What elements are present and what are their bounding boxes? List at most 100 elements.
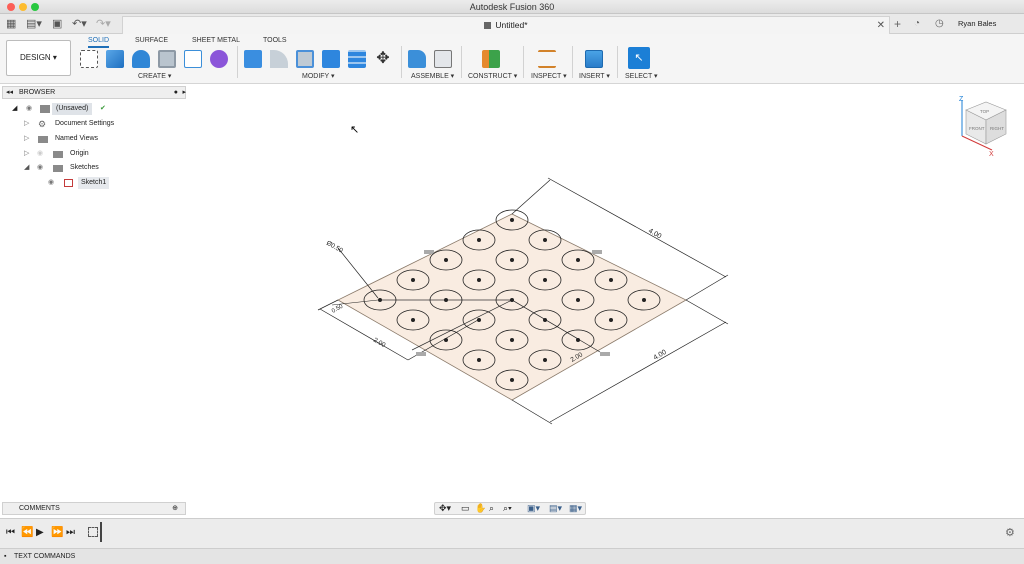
extrude-icon[interactable]: [106, 50, 124, 68]
browser-expand-icon[interactable]: ▸: [182, 87, 186, 98]
text-commands-toggle-icon[interactable]: ▪: [4, 549, 6, 564]
browser-item-named-views[interactable]: ▷ Named Views: [24, 133, 124, 145]
job-status-icon[interactable]: ◔: [914, 17, 920, 31]
dimension-text-top-width[interactable]: 4.00: [647, 228, 662, 241]
hole-center-point[interactable]: [477, 278, 481, 282]
hole-center-point[interactable]: [510, 378, 514, 382]
expand-arrow-icon[interactable]: ▷: [24, 148, 29, 160]
user-name[interactable]: Ryan Bales: [958, 17, 996, 31]
workspace-switcher-button[interactable]: DESIGN ▾: [6, 40, 71, 76]
save-icon[interactable]: ▣: [52, 17, 62, 31]
measure-icon[interactable]: [538, 50, 556, 68]
visibility-eye-icon[interactable]: ◉: [48, 177, 54, 189]
comments-panel-header[interactable]: COMMENTS ⊕: [2, 502, 186, 515]
hole-center-point[interactable]: [411, 278, 415, 282]
tab-surface[interactable]: SURFACE: [135, 36, 168, 46]
tab-tools[interactable]: TOOLS: [263, 36, 287, 46]
dimension-text-bottom-width[interactable]: 4.00: [653, 349, 668, 362]
create-form-icon[interactable]: [210, 50, 228, 68]
hole-center-point[interactable]: [510, 298, 514, 302]
sketch-viewport[interactable]: 4.00 4.00 2.00 2.00 0.50 Ø0.50: [0, 84, 1024, 518]
hole-center-point[interactable]: [543, 238, 547, 242]
assemble-menu[interactable]: ASSEMBLE ▾: [411, 72, 454, 81]
orbit-icon[interactable]: ✥▾: [439, 503, 451, 514]
viewports-icon[interactable]: ▦▾: [569, 503, 582, 514]
hole-center-point[interactable]: [543, 318, 547, 322]
timeline-settings-gear-icon[interactable]: ⚙: [1005, 526, 1015, 539]
new-tab-icon[interactable]: +: [894, 17, 901, 31]
collapse-browser-icon[interactable]: ◂◂: [6, 87, 13, 98]
hole-center-point[interactable]: [444, 338, 448, 342]
new-component-icon[interactable]: [408, 50, 426, 68]
constraint-marker[interactable]: [424, 250, 434, 254]
constraint-marker[interactable]: [592, 250, 602, 254]
expand-arrow-icon[interactable]: ◢: [24, 162, 29, 174]
document-tab[interactable]: Untitled* ✕: [122, 16, 890, 34]
play-icon[interactable]: ▶: [36, 527, 44, 538]
select-menu[interactable]: SELECT ▾: [625, 72, 658, 81]
redo-icon[interactable]: ↷▾: [96, 17, 111, 31]
hole-center-point[interactable]: [576, 338, 580, 342]
hole-center-point[interactable]: [510, 218, 514, 222]
browser-item-document-settings[interactable]: ▷ ⚙ Document Settings: [24, 118, 124, 130]
go-to-end-icon[interactable]: ⏭: [66, 527, 75, 538]
fillet-icon[interactable]: [270, 50, 288, 68]
browser-item-root[interactable]: ◢ ◉ (Unsaved) ✔: [12, 103, 112, 115]
browser-pin-icon[interactable]: ●: [174, 87, 178, 98]
constraint-marker[interactable]: [416, 352, 426, 356]
dimension-text-hole-diameter[interactable]: Ø0.50: [325, 240, 344, 255]
hole-center-point[interactable]: [444, 298, 448, 302]
hole-center-point[interactable]: [444, 258, 448, 262]
hole-center-point[interactable]: [576, 298, 580, 302]
create-menu[interactable]: CREATE ▾: [138, 72, 171, 81]
constraint-marker[interactable]: [600, 352, 610, 356]
hole-center-point[interactable]: [510, 338, 514, 342]
browser-item-origin[interactable]: ▷ ◉ Origin: [24, 148, 124, 160]
step-back-icon[interactable]: ⏪: [21, 527, 33, 538]
split-body-icon[interactable]: [348, 50, 366, 68]
offset-plane-icon[interactable]: [482, 50, 500, 68]
browser-panel-header[interactable]: ◂◂ BROWSER ● ▸: [2, 86, 186, 99]
tab-sheet-metal[interactable]: SHEET METAL: [192, 36, 240, 46]
revolve-icon[interactable]: [132, 50, 150, 68]
visibility-eye-icon[interactable]: ◉: [26, 103, 32, 115]
hole-center-point[interactable]: [477, 358, 481, 362]
data-panel-grid-icon[interactable]: ▦: [6, 17, 16, 31]
close-window-button[interactable]: [7, 3, 15, 11]
press-pull-icon[interactable]: [244, 50, 262, 68]
minimize-window-button[interactable]: [19, 3, 27, 11]
hole-center-point[interactable]: [378, 298, 382, 302]
hole-center-point[interactable]: [510, 258, 514, 262]
undo-icon[interactable]: ↶▾: [72, 17, 87, 31]
timeline-marker[interactable]: [100, 522, 102, 542]
file-menu-icon[interactable]: ▤▾: [26, 17, 42, 31]
inspect-menu[interactable]: INSPECT ▾: [531, 72, 567, 81]
close-tab-icon[interactable]: ✕: [877, 17, 885, 34]
hole-center-point[interactable]: [411, 318, 415, 322]
move-icon[interactable]: ✥: [374, 50, 392, 68]
tab-solid[interactable]: SOLID: [88, 36, 110, 48]
hole-center-point[interactable]: [609, 278, 613, 282]
insert-menu[interactable]: INSERT ▾: [579, 72, 610, 81]
sketch-plate[interactable]: [337, 213, 687, 401]
construct-menu[interactable]: CONSTRUCT ▾: [468, 72, 517, 81]
hole-center-point[interactable]: [576, 258, 580, 262]
zoom-icon[interactable]: ⌕: [489, 503, 494, 514]
hole-icon[interactable]: [158, 50, 176, 68]
visibility-eye-icon[interactable]: ◉: [37, 148, 43, 160]
hole-center-point[interactable]: [477, 318, 481, 322]
comments-add-icon[interactable]: ⊕: [172, 503, 178, 514]
hole-center-point[interactable]: [642, 298, 646, 302]
select-cursor-icon[interactable]: ↖: [628, 47, 650, 69]
browser-item-sketch1[interactable]: ◉ Sketch1: [48, 177, 118, 189]
create-sketch-icon[interactable]: [80, 50, 98, 68]
hole-center-point[interactable]: [477, 238, 481, 242]
zoom-window-icon[interactable]: ⌕▾: [503, 503, 512, 514]
graphics-canvas[interactable]: 4.00 4.00 2.00 2.00 0.50 Ø0.50 ↖ TOP FRO…: [0, 84, 1024, 518]
shell-icon[interactable]: [296, 50, 314, 68]
viewcube[interactable]: TOP FRONT RIGHT Z X: [952, 94, 1012, 160]
browser-item-sketches[interactable]: ◢ ◉ Sketches: [24, 162, 124, 174]
pan-hand-icon[interactable]: ✋: [475, 503, 486, 514]
history-icon[interactable]: ◷: [935, 17, 944, 31]
pattern-icon[interactable]: [184, 50, 202, 68]
